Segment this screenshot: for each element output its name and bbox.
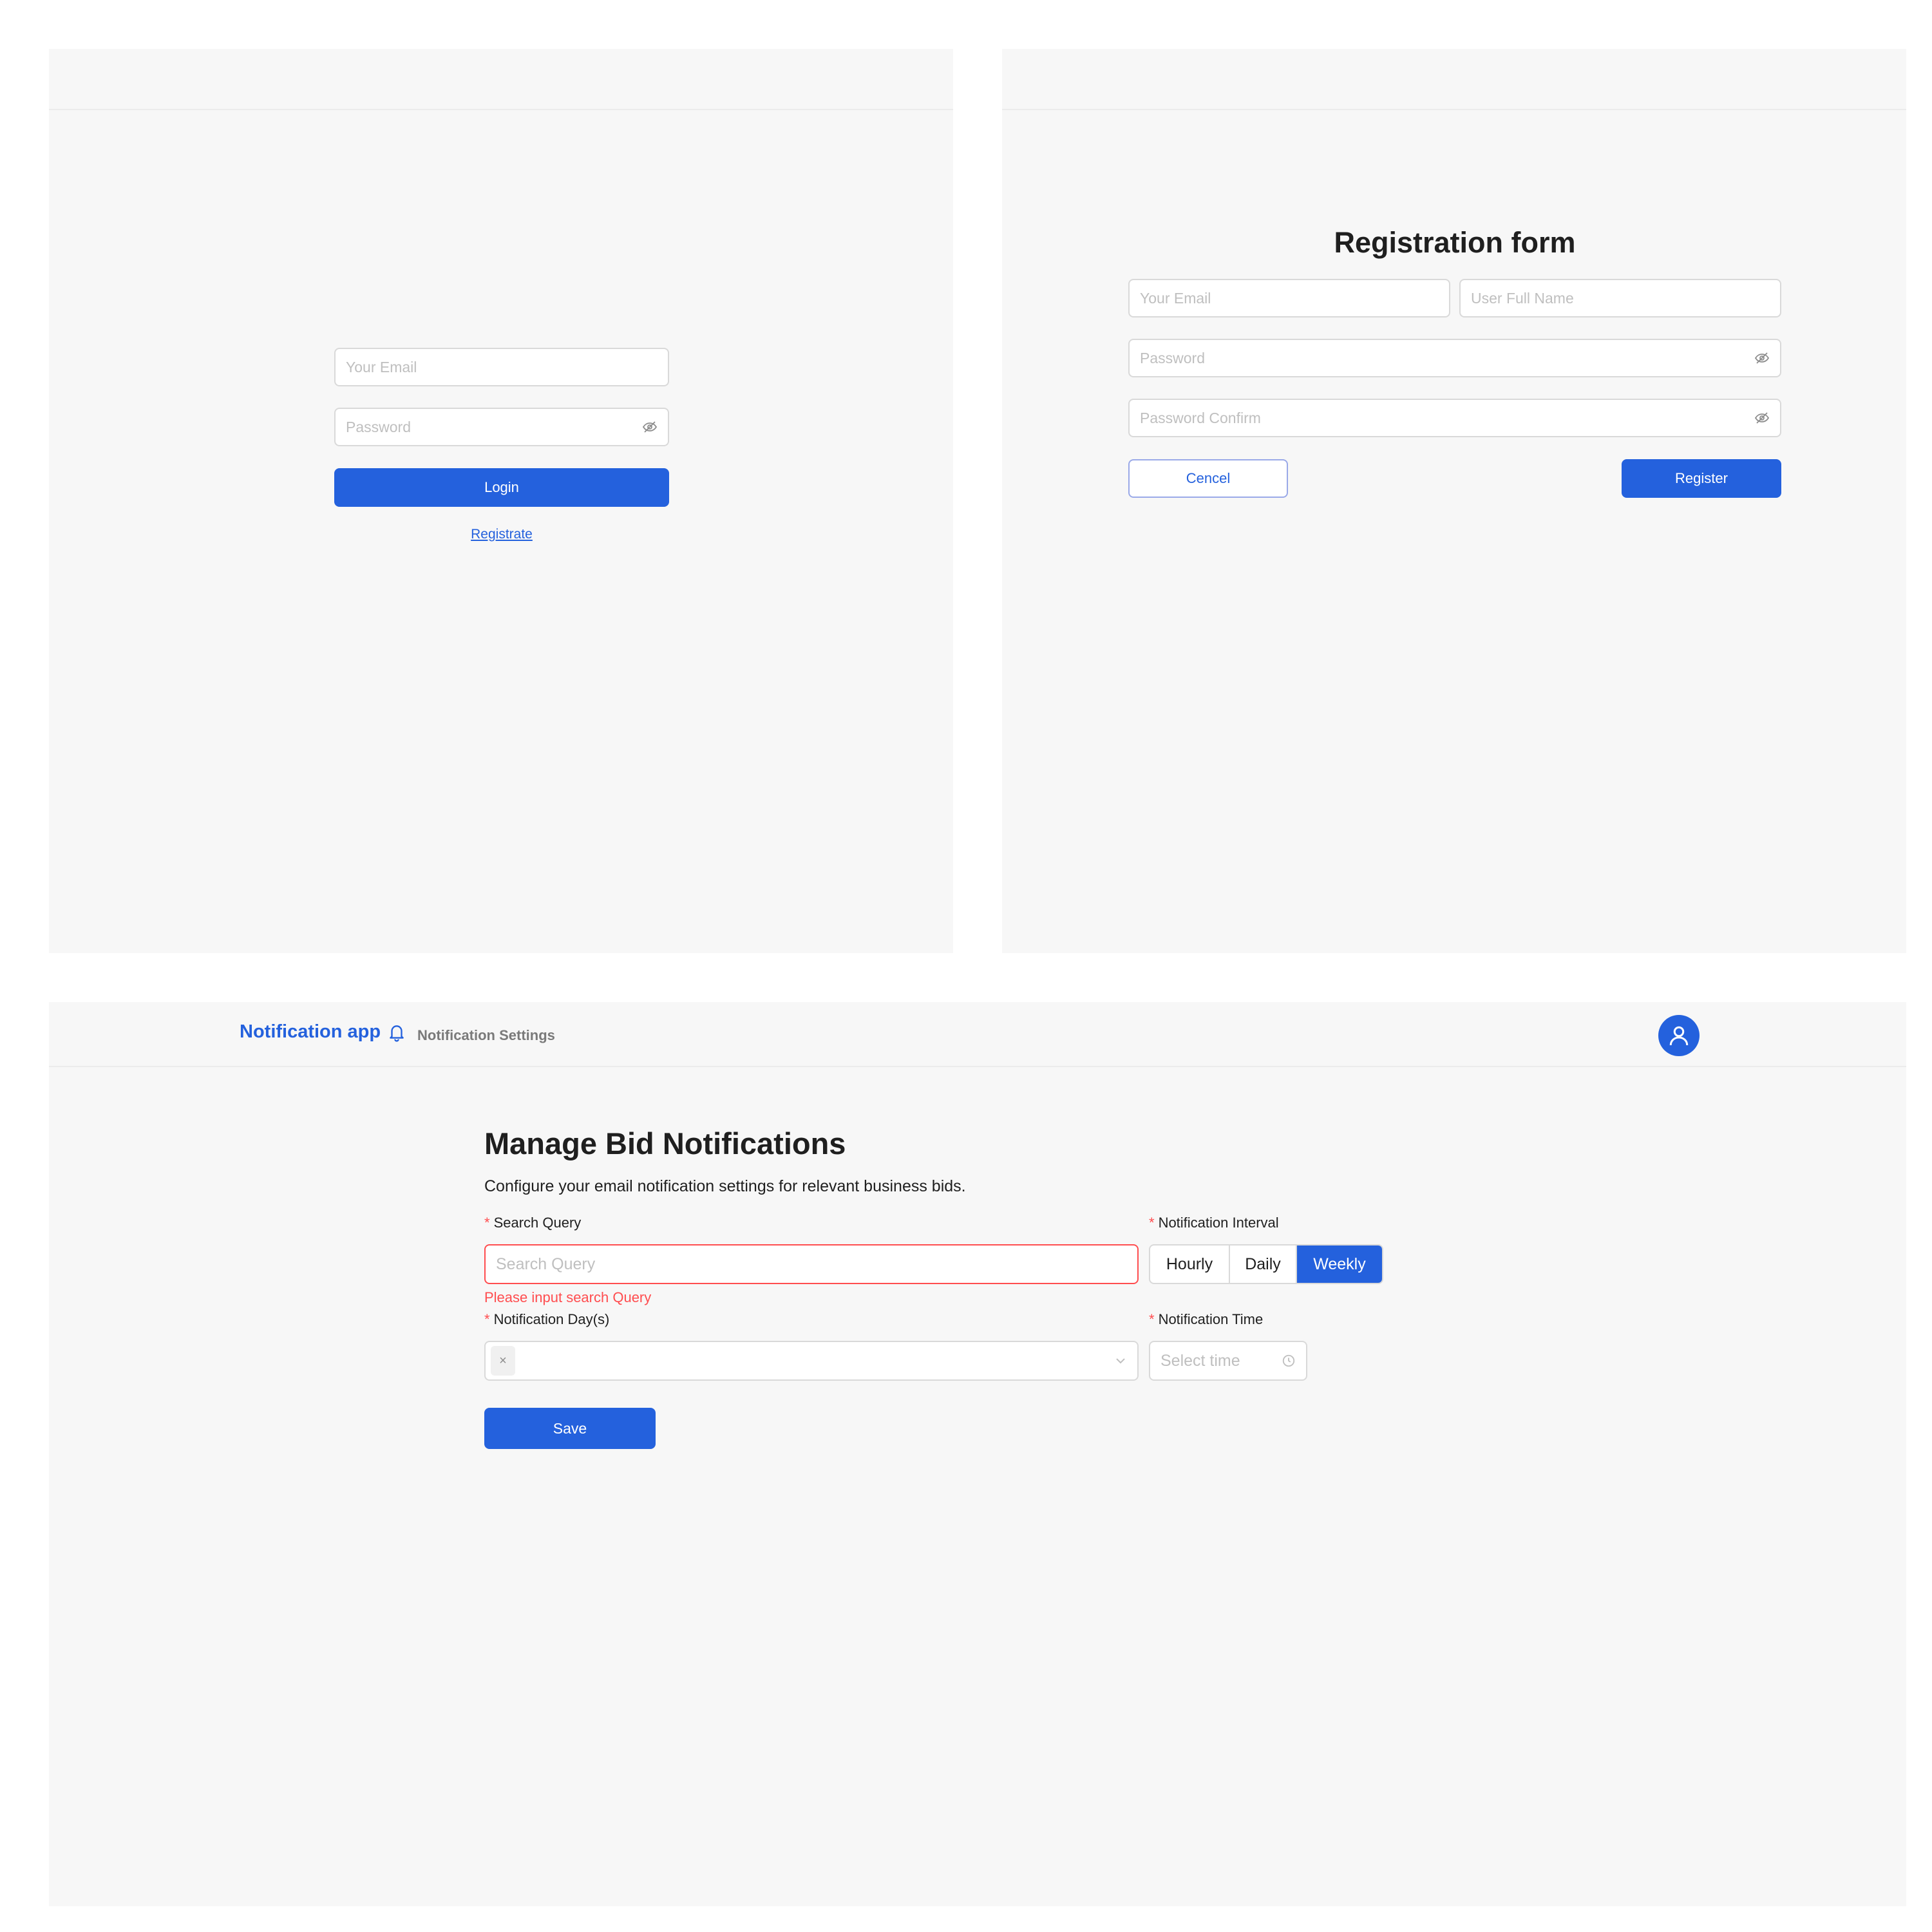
notification-time-picker[interactable]: Select time [1149, 1341, 1307, 1381]
reg-email-input[interactable] [1140, 280, 1439, 316]
search-query-input[interactable] [496, 1245, 1127, 1283]
notification-interval-label: * Notification Interval [1149, 1215, 1279, 1231]
interval-option-daily[interactable]: Daily [1230, 1245, 1297, 1283]
eye-invisible-icon[interactable] [1754, 410, 1770, 426]
reg-email-field[interactable] [1128, 279, 1450, 317]
login-email-field[interactable] [334, 348, 669, 386]
clock-icon [1282, 1354, 1296, 1368]
required-mark: * [484, 1215, 490, 1231]
notification-days-label-text: Notification Day(s) [493, 1311, 610, 1327]
registration-header-bar [1002, 49, 1906, 110]
login-password-field[interactable] [334, 408, 669, 446]
eye-invisible-icon[interactable] [642, 419, 658, 435]
save-button[interactable]: Save [484, 1408, 656, 1449]
login-email-input[interactable] [346, 349, 658, 385]
interval-option-weekly[interactable]: Weekly [1297, 1245, 1382, 1283]
nav-notification-settings[interactable]: Notification Settings [417, 1027, 555, 1044]
required-mark: * [484, 1311, 490, 1327]
notification-time-label-text: Notification Time [1158, 1311, 1264, 1327]
tag-remove-icon[interactable]: × [499, 1354, 507, 1368]
reg-password-input[interactable] [1140, 340, 1749, 376]
search-query-field[interactable] [484, 1244, 1139, 1284]
registration-panel: Registration form Cencel Register [1002, 49, 1906, 953]
notification-app-panel: Notification app Notification Settings M… [49, 1002, 1906, 1906]
reg-password-confirm-input[interactable] [1140, 400, 1749, 436]
reg-password-field[interactable] [1128, 339, 1781, 377]
app-header: Notification app Notification Settings [49, 1002, 1906, 1067]
reg-password-confirm-field[interactable] [1128, 399, 1781, 437]
reg-fullname-field[interactable] [1459, 279, 1781, 317]
register-button[interactable]: Register [1622, 459, 1781, 498]
required-mark: * [1149, 1215, 1155, 1231]
notification-time-label: * Notification Time [1149, 1311, 1263, 1328]
page-title: Manage Bid Notifications [484, 1126, 846, 1160]
login-button[interactable]: Login [334, 468, 669, 507]
page-description: Configure your email notification settin… [484, 1177, 966, 1195]
eye-invisible-icon[interactable] [1754, 350, 1770, 366]
login-panel: Login Registrate [49, 49, 953, 953]
chevron-down-icon[interactable] [1114, 1354, 1127, 1367]
required-mark: * [1149, 1311, 1155, 1327]
notification-interval-label-text: Notification Interval [1158, 1215, 1279, 1231]
bell-icon [388, 1023, 405, 1042]
search-query-label-text: Search Query [493, 1215, 582, 1231]
user-avatar[interactable] [1658, 1015, 1700, 1056]
app-brand[interactable]: Notification app [240, 1021, 405, 1043]
notification-days-select[interactable]: × [484, 1341, 1139, 1381]
registration-title: Registration form [1334, 226, 1576, 259]
interval-option-hourly[interactable]: Hourly [1150, 1245, 1230, 1283]
day-tag[interactable]: × [491, 1346, 515, 1376]
cancel-button[interactable]: Cencel [1128, 459, 1288, 498]
search-query-label: * Search Query [484, 1215, 581, 1231]
user-icon [1667, 1024, 1690, 1047]
login-password-input[interactable] [346, 409, 637, 445]
brand-name: Notification app [240, 1021, 381, 1042]
login-header-bar [49, 49, 953, 110]
time-placeholder: Select time [1160, 1351, 1240, 1370]
register-link[interactable]: Registrate [437, 527, 566, 542]
search-query-error: Please input search Query [484, 1289, 652, 1305]
reg-fullname-input[interactable] [1471, 280, 1770, 316]
interval-segmented-control: Hourly Daily Weekly [1149, 1244, 1383, 1284]
notification-days-label: * Notification Day(s) [484, 1311, 609, 1328]
